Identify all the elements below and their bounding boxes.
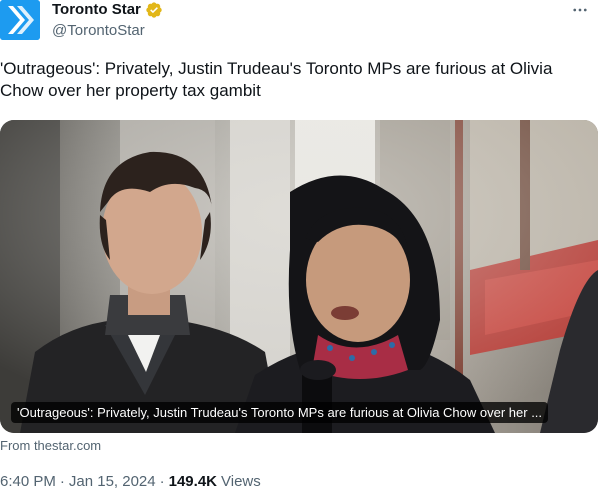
more-options-icon [573, 8, 587, 12]
article-photo [0, 120, 598, 433]
card-caption: 'Outrageous': Privately, Justin Trudeau'… [11, 402, 549, 423]
more-options-button[interactable] [568, 0, 592, 20]
handle[interactable]: @TorontoStar [52, 22, 145, 40]
views-label: Views [221, 473, 261, 490]
link-card[interactable]: 'Outrageous': Privately, Justin Trudeau'… [0, 120, 598, 433]
name-row: Toronto Star [52, 1, 163, 19]
source-link[interactable]: From thestar.com [0, 438, 101, 454]
toronto-star-logo [0, 0, 40, 40]
verified-badge-icon [146, 2, 162, 18]
separator-dot: · [59, 473, 65, 490]
tweet-text: 'Outrageous': Privately, Justin Trudeau'… [0, 59, 553, 100]
avatar[interactable] [0, 0, 40, 40]
separator-dot: · [159, 473, 165, 490]
timestamp-date[interactable]: Jan 15, 2024 [69, 473, 156, 491]
tweet-meta: 6:40 PM · Jan 15, 2024 · 149.4K Views [0, 473, 261, 491]
views-count[interactable]: 149.4K [169, 473, 217, 491]
tweet-header: Toronto Star @TorontoStar [0, 0, 598, 48]
timestamp-time[interactable]: 6:40 PM [0, 473, 56, 491]
display-name[interactable]: Toronto Star [52, 1, 141, 19]
